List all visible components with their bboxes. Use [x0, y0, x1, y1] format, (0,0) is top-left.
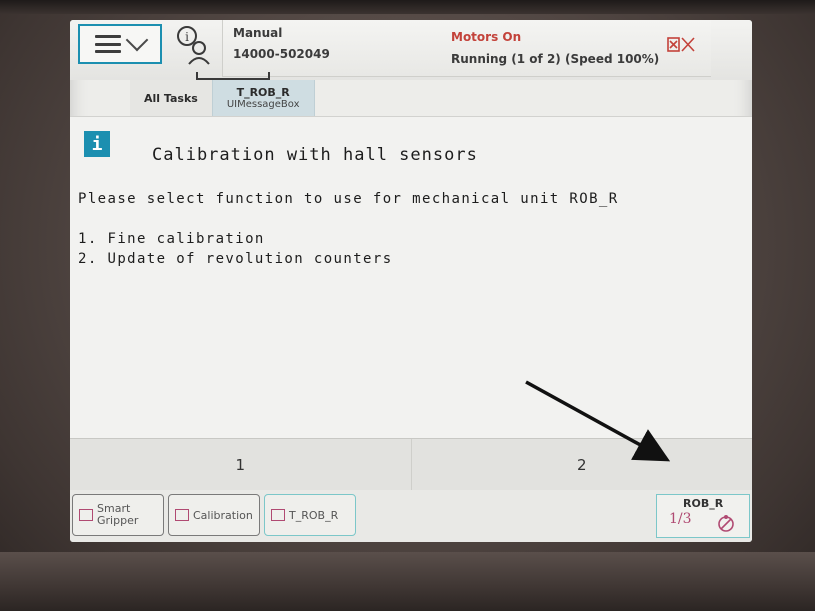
header-connector: [196, 72, 270, 80]
task-label: T_ROB_R: [289, 508, 339, 522]
choice-bar: 1 2: [70, 438, 752, 492]
status-bar[interactable]: Manual 14000-502049 Motors On Running (1…: [222, 20, 711, 77]
taskbar-t-rob-r[interactable]: T_ROB_R: [264, 494, 356, 536]
run-state: Running (1 of 2) (Speed 100%): [451, 52, 660, 66]
tab-t-rob-r[interactable]: T_ROB_R UIMessageBox: [211, 80, 315, 116]
tab-sublabel: UIMessageBox: [226, 99, 300, 110]
event-log-icon[interactable]: i: [174, 24, 218, 68]
task-label: Calibration: [193, 508, 253, 522]
chevron-down-icon: [125, 28, 149, 52]
flexpendant-screen: i Manual 14000-502049 Motors On Running …: [70, 20, 752, 542]
mechanical-unit-label: ROB_R: [683, 497, 724, 510]
tab-all-tasks[interactable]: All Tasks: [130, 80, 212, 116]
tab-label: T_ROB_R: [236, 86, 290, 99]
taskbar-smart-gripper[interactable]: Smart Gripper: [72, 494, 164, 536]
choice-button-1[interactable]: 1: [70, 439, 411, 491]
message-body: Please select function to use for mechan…: [78, 191, 619, 207]
bezel-top: [0, 0, 815, 14]
choice-button-2[interactable]: 2: [410, 439, 753, 491]
info-icon: i: [84, 131, 110, 157]
task-tabs: All Tasks T_ROB_R UIMessageBox: [130, 80, 315, 116]
motors-state: Motors On: [451, 30, 522, 44]
bezel-bottom: [0, 552, 815, 611]
message-box: i Calibration with hall sensors Please s…: [70, 116, 752, 439]
taskbar: Smart Gripper Calibration T_ROB_R ROB_R …: [70, 490, 752, 542]
operating-mode: Manual: [233, 26, 283, 40]
gripper-icon: [79, 509, 93, 521]
program-icon: [271, 509, 285, 521]
jog-mode-icon: [718, 515, 734, 532]
hamburger-icon: [95, 35, 121, 53]
task-label: Smart Gripper: [97, 502, 139, 527]
tab-label: All Tasks: [144, 91, 198, 105]
message-title: Calibration with hall sensors: [152, 145, 478, 165]
svg-text:i: i: [185, 30, 189, 44]
option-item: 2. Update of revolution counters: [78, 251, 393, 267]
taskbar-calibration[interactable]: Calibration: [168, 494, 260, 536]
quickset-button[interactable]: ROB_R 1/3: [656, 494, 750, 538]
program-state-icon: [667, 37, 695, 52]
calibration-icon: [175, 509, 189, 521]
header-bar: i Manual 14000-502049 Motors On Running …: [70, 20, 752, 80]
main-menu-button[interactable]: [78, 24, 162, 64]
option-item: 1. Fine calibration: [78, 231, 265, 247]
controller-name: 14000-502049: [233, 47, 330, 61]
increment-fraction: 1/3: [669, 511, 692, 527]
message-options: 1. Fine calibration 2. Update of revolut…: [78, 229, 393, 269]
